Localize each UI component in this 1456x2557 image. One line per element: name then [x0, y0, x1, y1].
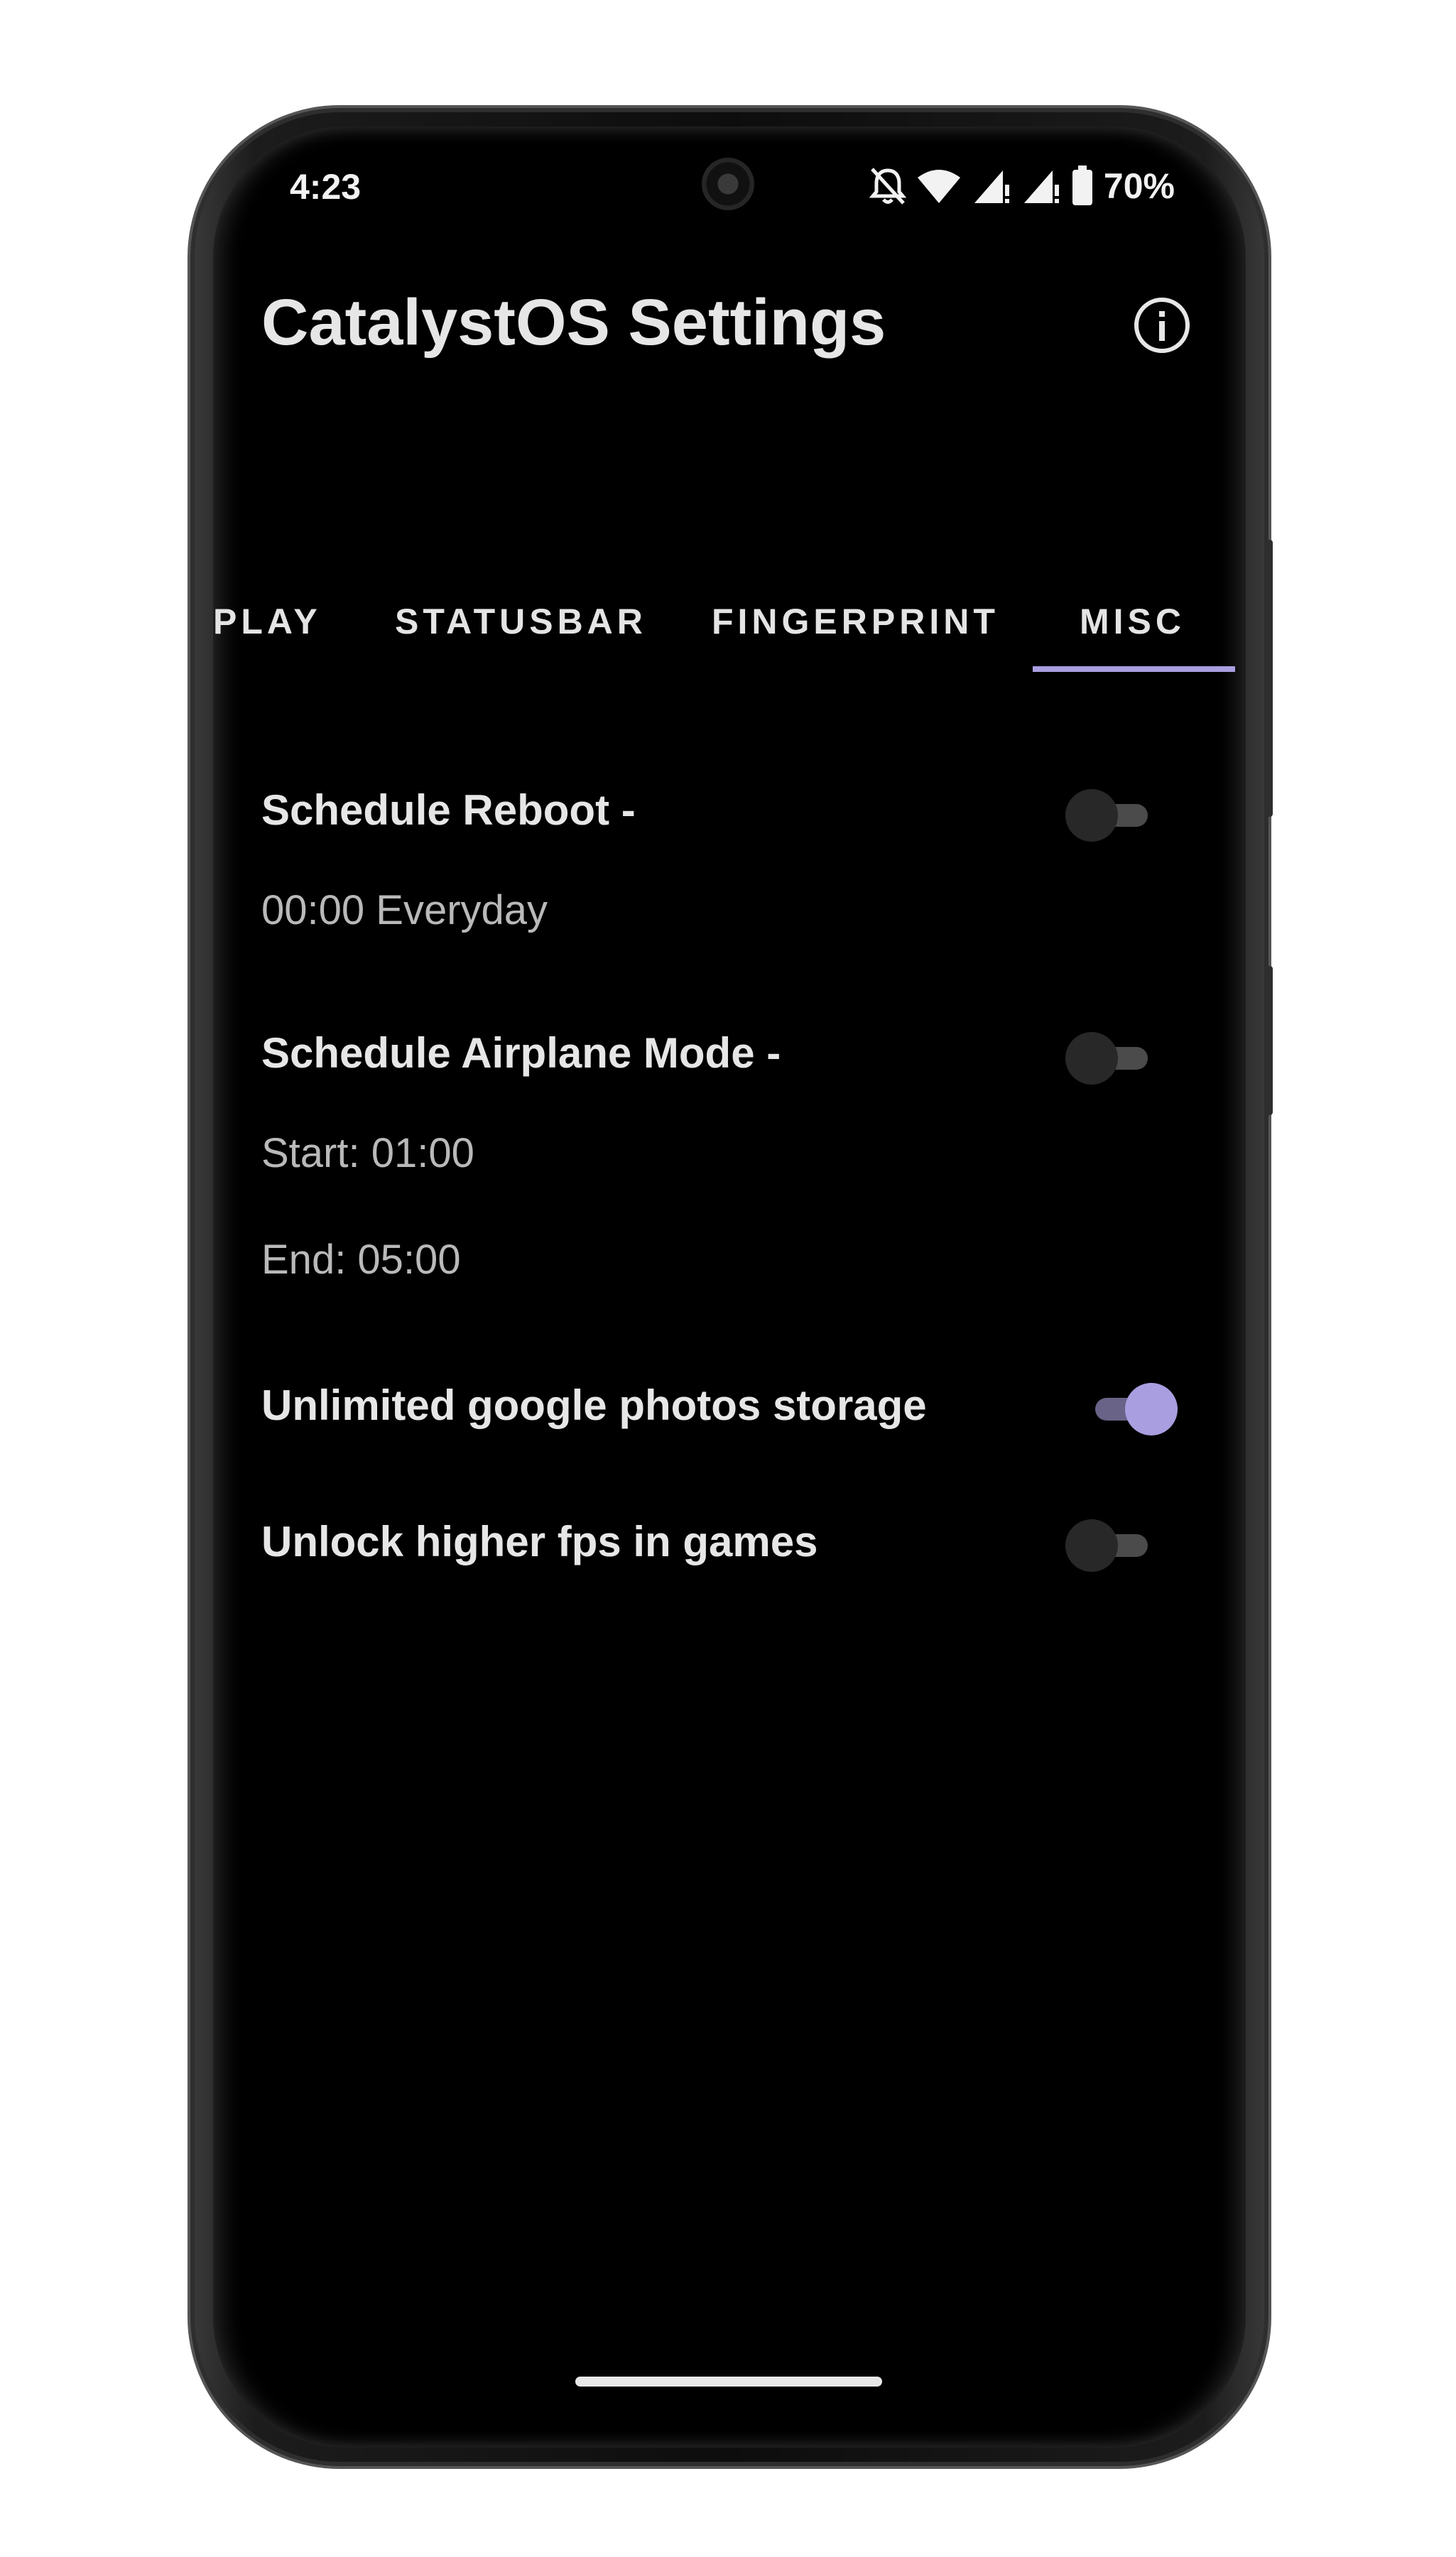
volume-button	[1264, 966, 1273, 1115]
power-button	[1264, 540, 1273, 817]
schedule-reboot-title: Schedule Reboot -	[261, 786, 636, 834]
tab-indicator	[1033, 666, 1235, 672]
tab-fingerprint[interactable]: FINGERPRINT	[712, 601, 999, 642]
battery-icon	[1071, 165, 1094, 207]
airplane-start-time[interactable]: Start: 01:00	[261, 1129, 474, 1177]
unlimited-photos-title: Unlimited google photos storage	[261, 1381, 927, 1429]
page-title: CatalystOS Settings	[261, 286, 886, 359]
signal-icon	[1021, 166, 1061, 206]
higher-fps-title: Unlock higher fps in games	[261, 1518, 818, 1565]
info-button[interactable]	[1132, 295, 1192, 355]
front-camera	[702, 158, 754, 210]
schedule-reboot-toggle[interactable]	[1065, 787, 1158, 844]
airplane-end-time[interactable]: End: 05:00	[261, 1236, 461, 1283]
wifi-icon	[916, 168, 962, 205]
toggle-thumb	[1125, 1383, 1178, 1435]
home-gesture-bar[interactable]	[575, 2377, 882, 2387]
toggle-thumb	[1065, 1519, 1118, 1572]
tab-bar: PLAY STATUSBAR FINGERPRINT MISC	[213, 581, 1246, 688]
schedule-airplane-title: Schedule Airplane Mode -	[261, 1029, 781, 1077]
schedule-airplane-toggle[interactable]	[1065, 1030, 1158, 1087]
battery-percent: 70%	[1103, 166, 1175, 206]
signal-icon	[972, 166, 1011, 206]
schedule-reboot-time[interactable]: 00:00 Everyday	[261, 886, 548, 934]
higher-fps-toggle[interactable]	[1065, 1517, 1158, 1574]
screen: 4:23 70% CatalystOS Settings PLAY STATUS…	[213, 126, 1246, 2448]
status-icons: 70%	[869, 161, 1175, 212]
status-time: 4:23	[290, 167, 362, 207]
bell-off-icon	[869, 166, 906, 206]
toggle-thumb	[1065, 789, 1118, 842]
unlimited-photos-toggle[interactable]	[1085, 1381, 1178, 1438]
tab-statusbar[interactable]: STATUSBAR	[395, 601, 647, 642]
info-icon	[1134, 298, 1190, 353]
tab-play[interactable]: PLAY	[213, 601, 322, 642]
tab-misc[interactable]: MISC	[1080, 601, 1185, 642]
toggle-thumb	[1065, 1032, 1118, 1085]
